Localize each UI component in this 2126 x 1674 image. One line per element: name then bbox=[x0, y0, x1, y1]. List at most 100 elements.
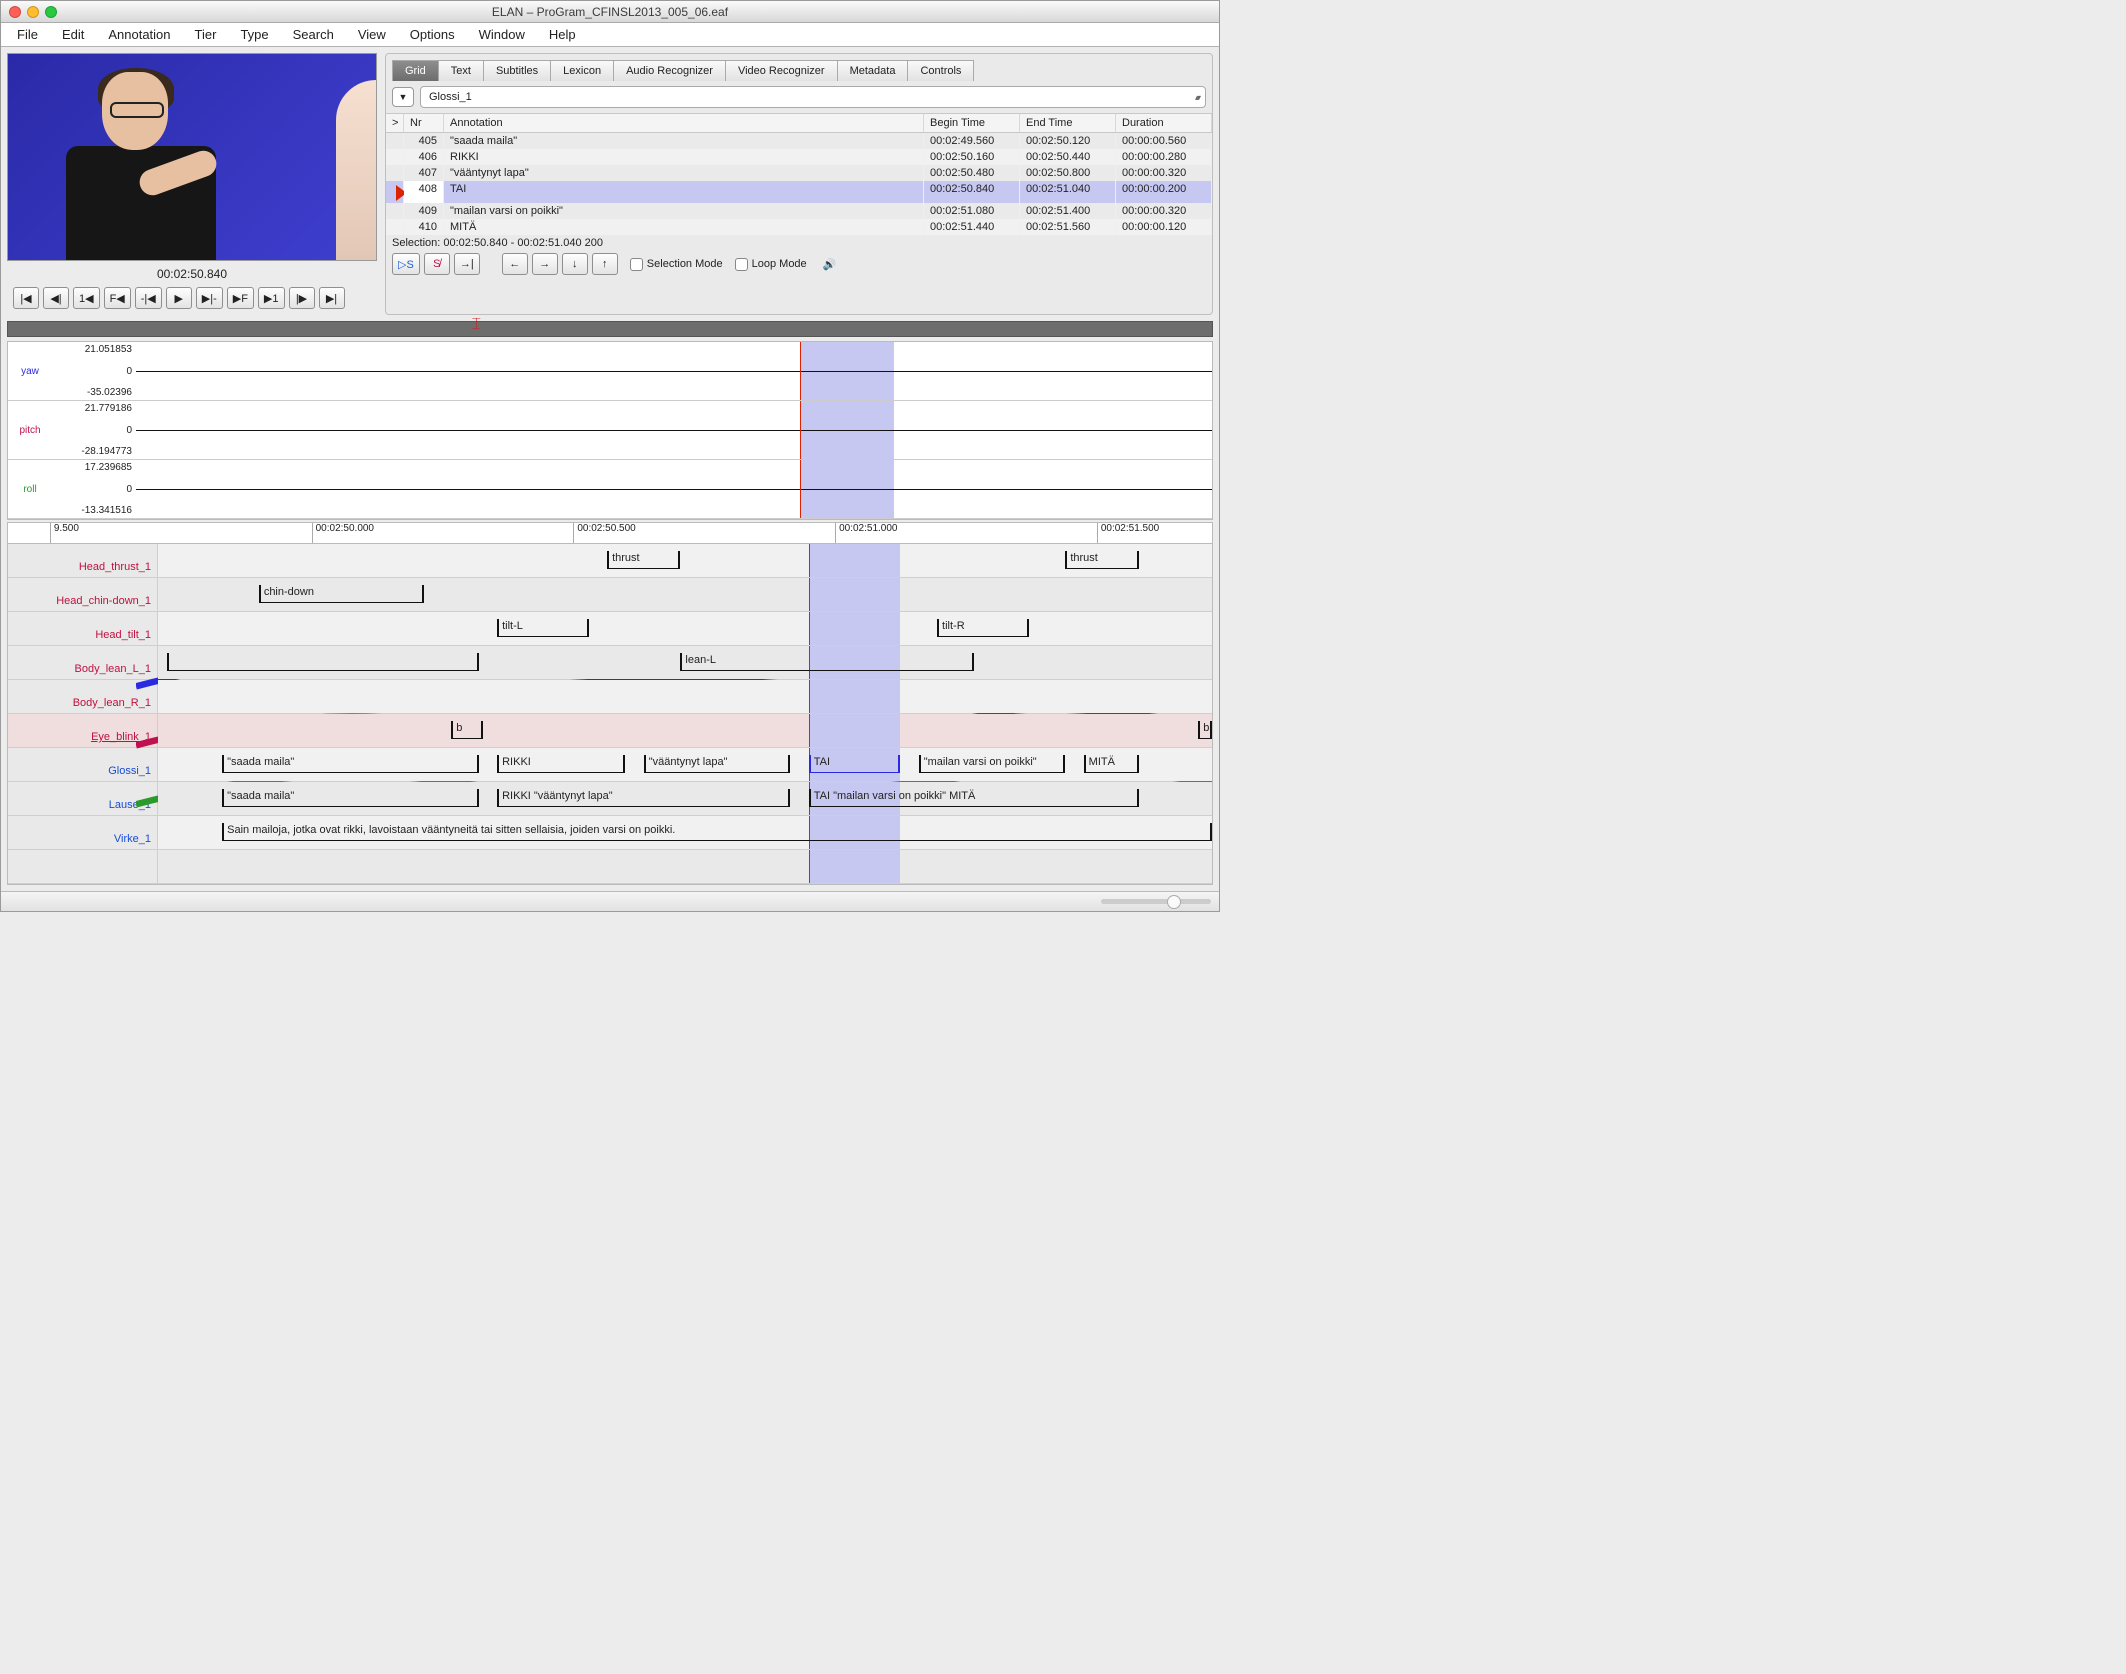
annotation[interactable]: tilt-R bbox=[937, 619, 1029, 637]
signal-viewer[interactable]: yaw21.0518530-35.02396pitch21.7791860-28… bbox=[7, 341, 1213, 520]
menu-window[interactable]: Window bbox=[469, 24, 535, 45]
tier-viewer[interactable]: Head_thrust_1thrustthrustHead_chin-down_… bbox=[7, 544, 1213, 885]
grid-header-nr[interactable]: Nr bbox=[404, 114, 444, 132]
annotation[interactable]: MITÄ bbox=[1084, 755, 1139, 773]
titlebar[interactable]: ELAN – ProGram_CFINSL2013_005_06.eaf bbox=[1, 1, 1219, 23]
tier-canvas[interactable]: bb bbox=[158, 714, 1212, 747]
one-back-button[interactable]: 1◀ bbox=[73, 287, 100, 309]
annotation[interactable]: "saada maila" bbox=[222, 789, 479, 807]
grid-row[interactable]: 410MITÄ00:02:51.44000:02:51.56000:00:00.… bbox=[386, 219, 1212, 235]
goto-selection-button[interactable]: →| bbox=[454, 253, 480, 275]
tab-grid[interactable]: Grid bbox=[392, 60, 438, 81]
tab-controls[interactable]: Controls bbox=[907, 60, 974, 81]
play-selection-button[interactable]: ▷S bbox=[392, 253, 420, 275]
grid-cell-begin: 00:02:51.440 bbox=[924, 219, 1020, 235]
grid-menu-button[interactable] bbox=[392, 87, 414, 107]
annotation[interactable]: RIKKI bbox=[497, 755, 625, 773]
signal-plot-roll[interactable] bbox=[136, 460, 1212, 518]
annotation[interactable]: thrust bbox=[1065, 551, 1138, 569]
menu-options[interactable]: Options bbox=[400, 24, 465, 45]
grid-header-begin[interactable]: Begin Time bbox=[924, 114, 1020, 132]
tier-canvas[interactable]: lean-L bbox=[158, 646, 1212, 679]
menu-type[interactable]: Type bbox=[230, 24, 278, 45]
annotation[interactable]: thrust bbox=[607, 551, 680, 569]
signal-plot-pitch[interactable] bbox=[136, 401, 1212, 459]
prev-frame-button[interactable]: ◀| bbox=[43, 287, 69, 309]
annotation[interactable]: "saada maila" bbox=[222, 755, 479, 773]
menu-annotation[interactable]: Annotation bbox=[98, 24, 180, 45]
shift-left-button[interactable]: ← bbox=[502, 253, 528, 275]
annotation[interactable]: "vääntynyt lapa" bbox=[644, 755, 791, 773]
tier-canvas[interactable] bbox=[158, 680, 1212, 713]
menu-help[interactable]: Help bbox=[539, 24, 586, 45]
annotation[interactable]: tilt-L bbox=[497, 619, 589, 637]
one-fwd-button[interactable]: ▶1 bbox=[258, 287, 285, 309]
selection-mode-check[interactable]: Selection Mode bbox=[630, 258, 723, 271]
loop-mode-check[interactable]: Loop Mode bbox=[735, 258, 807, 271]
tier-canvas[interactable]: "saada maila" RIKKI "vääntynyt lapa" TAI "… bbox=[158, 782, 1212, 815]
f-fwd-button[interactable]: ▶F bbox=[227, 287, 254, 309]
tier-canvas[interactable] bbox=[158, 850, 1212, 883]
tab-subtitles[interactable]: Subtitles bbox=[483, 60, 550, 81]
annotation[interactable]: RIKKI "vääntynyt lapa" bbox=[497, 789, 790, 807]
tier-canvas[interactable]: Sain mailoja, jotka ovat rikki, lavoista… bbox=[158, 816, 1212, 849]
clear-selection-button[interactable]: S̸ bbox=[424, 253, 450, 275]
grid-header-end[interactable]: End Time bbox=[1020, 114, 1116, 132]
tier-canvas[interactable]: thrust thrust bbox=[158, 544, 1212, 577]
annotation[interactable] bbox=[167, 653, 479, 671]
annotation[interactable]: chin-down bbox=[259, 585, 424, 603]
annotation[interactable]: TAI "mailan varsi on poikki" MITÄ bbox=[809, 789, 1139, 807]
zoom-slider[interactable] bbox=[1101, 899, 1211, 904]
step-back-button[interactable]: -|◀ bbox=[135, 287, 162, 309]
grid-row[interactable]: 409"mailan varsi on poikki"00:02:51.0800… bbox=[386, 203, 1212, 219]
grid-header-duration[interactable]: Duration bbox=[1116, 114, 1212, 132]
annotation[interactable]: lean-L bbox=[680, 653, 973, 671]
time-ruler[interactable]: 9.50000:02:50.00000:02:50.50000:02:51.00… bbox=[7, 522, 1213, 544]
tab-audio-recognizer[interactable]: Audio Recognizer bbox=[613, 60, 725, 81]
minimize-icon[interactable] bbox=[27, 6, 39, 18]
menu-file[interactable]: File bbox=[7, 24, 48, 45]
tier-canvas[interactable]: tilt-L tilt-R bbox=[158, 612, 1212, 645]
shift-up-button[interactable]: ↑ bbox=[592, 253, 618, 275]
tier-canvas[interactable]: "saada maila" RIKKI "vääntynyt lapa" TAI "ma… bbox=[158, 748, 1212, 781]
go-last-button[interactable]: ▶| bbox=[319, 287, 345, 309]
tier-select-value: Glossi_1 bbox=[429, 91, 472, 103]
overview-ruler[interactable]: ⌶ bbox=[7, 321, 1213, 337]
tab-metadata[interactable]: Metadata bbox=[837, 60, 908, 81]
play-button[interactable]: ▶ bbox=[166, 287, 192, 309]
annotation[interactable]: "mailan varsi on poikki" bbox=[919, 755, 1066, 773]
close-icon[interactable] bbox=[9, 6, 21, 18]
selection-controls: ▷S S̸ →| ← → ↓ ↑ Selection Mode Loop Mod… bbox=[386, 253, 1212, 281]
next-frame-button[interactable]: |▶ bbox=[289, 287, 315, 309]
grid-row[interactable]: 408TAI00:02:50.84000:02:51.04000:00:00.2… bbox=[386, 181, 1212, 203]
grid-cell-nr: 407 bbox=[404, 165, 444, 181]
grid-body: 405"saada maila"00:02:49.56000:02:50.120… bbox=[386, 133, 1212, 235]
grid-row[interactable]: 405"saada maila"00:02:49.56000:02:50.120… bbox=[386, 133, 1212, 149]
zoom-icon[interactable] bbox=[45, 6, 57, 18]
tier-select[interactable]: Glossi_1 bbox=[420, 86, 1206, 108]
menu-search[interactable]: Search bbox=[283, 24, 344, 45]
go-first-button[interactable]: |◀ bbox=[13, 287, 39, 309]
tab-lexicon[interactable]: Lexicon bbox=[550, 60, 613, 81]
annotation[interactable]: b bbox=[1198, 721, 1212, 739]
menu-view[interactable]: View bbox=[348, 24, 396, 45]
speaker-icon[interactable]: 🔊 bbox=[823, 258, 837, 271]
tab-text[interactable]: Text bbox=[438, 60, 483, 81]
signal-plot-yaw[interactable] bbox=[136, 342, 1212, 400]
grid-row[interactable]: 407"vääntynyt lapa"00:02:50.48000:02:50.… bbox=[386, 165, 1212, 181]
grid-header-annotation[interactable]: Annotation bbox=[444, 114, 924, 132]
step-fwd-button[interactable]: ▶|- bbox=[196, 287, 223, 309]
shift-down-button[interactable]: ↓ bbox=[562, 253, 588, 275]
tier-canvas[interactable]: chin-down bbox=[158, 578, 1212, 611]
menu-edit[interactable]: Edit bbox=[52, 24, 94, 45]
menu-tier[interactable]: Tier bbox=[185, 24, 227, 45]
annotation[interactable]: b bbox=[451, 721, 483, 739]
transport-controls: |◀ ◀| 1◀ F◀ -|◀ ▶ ▶|- ▶F ▶1 |▶ ▶| bbox=[7, 281, 377, 315]
annotation[interactable]: TAI bbox=[809, 755, 901, 773]
grid-row[interactable]: 406RIKKI00:02:50.16000:02:50.44000:00:00… bbox=[386, 149, 1212, 165]
tab-video-recognizer[interactable]: Video Recognizer bbox=[725, 60, 837, 81]
video-viewer[interactable] bbox=[7, 53, 377, 261]
shift-right-button[interactable]: → bbox=[532, 253, 558, 275]
f-back-button[interactable]: F◀ bbox=[104, 287, 131, 309]
annotation[interactable]: Sain mailoja, jotka ovat rikki, lavoista… bbox=[222, 823, 1212, 841]
